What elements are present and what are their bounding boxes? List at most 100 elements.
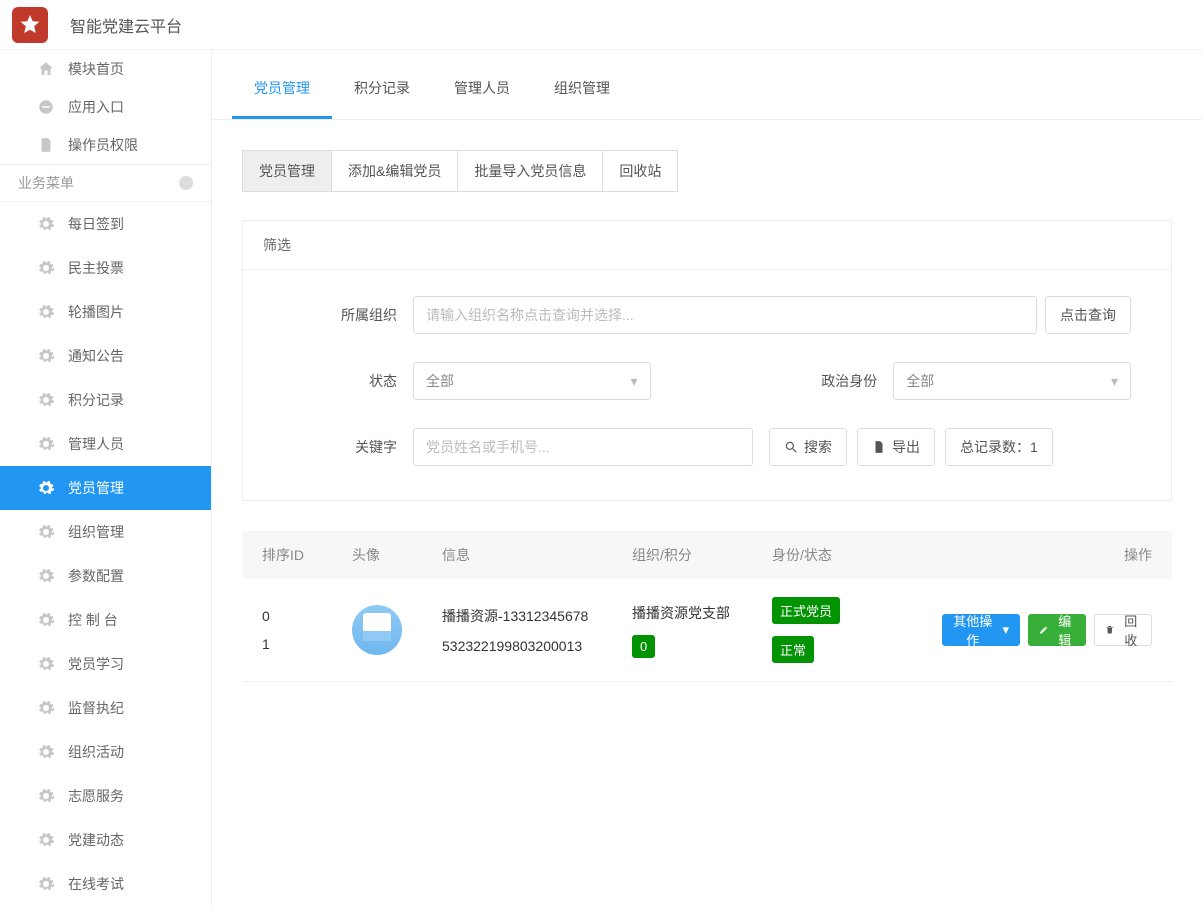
gear-icon (36, 742, 56, 762)
sidebar-item-4[interactable]: 积分记录 (0, 378, 211, 422)
chevron-down-icon: ▾ (1111, 373, 1118, 390)
keyword-input-field[interactable] (426, 429, 740, 465)
row-info-idcard: 532322199803200013 (442, 638, 620, 654)
recycle-button[interactable]: 回收 (1094, 614, 1152, 646)
sidebar-item-2[interactable]: 轮播图片 (0, 290, 211, 334)
subtab-import[interactable]: 批量导入党员信息 (457, 150, 603, 192)
sidebar-item-label: 组织活动 (68, 742, 124, 762)
sidebar-item-label: 在线考试 (68, 874, 124, 894)
row-id-1: 1 (262, 636, 340, 652)
identity-badge: 正式党员 (772, 597, 840, 624)
sidebar-item-label: 每日签到 (68, 214, 124, 234)
gear-icon (36, 874, 56, 894)
gear-icon (36, 214, 56, 234)
filter-panel: 筛选 所属组织 点击查询 状态 全部 (242, 220, 1172, 501)
th-org: 组织/积分 (626, 545, 766, 565)
sidebar-section: 业务菜单 (0, 164, 211, 202)
sidebar-item-label: 管理人员 (68, 434, 124, 454)
sidebar-item-label: 轮播图片 (68, 302, 124, 322)
sidebar-top-perm[interactable]: 操作员权限 (0, 126, 211, 164)
sidebar-item-label: 党员学习 (68, 654, 124, 674)
chat-icon (36, 97, 56, 117)
sidebar-top-entry[interactable]: 应用入口 (0, 88, 211, 126)
identity-select[interactable]: 全部 ▾ (893, 362, 1131, 400)
chevron-down-icon: ▾ (631, 373, 638, 390)
sidebar-item-6[interactable]: 党员管理 (0, 466, 211, 510)
keyword-input[interactable] (413, 428, 753, 466)
row-info-name: 播播资源-13312345678 (442, 606, 620, 626)
recycle-label: 回收 (1120, 611, 1141, 649)
keyword-label: 关键字 (283, 437, 413, 457)
sidebar-item-label: 监督执纪 (68, 698, 124, 718)
th-avatar: 头像 (346, 545, 436, 565)
gear-icon (36, 258, 56, 278)
sidebar-item-12[interactable]: 组织活动 (0, 730, 211, 774)
th-info: 信息 (436, 545, 626, 565)
table-row: 0 1 播播资源-13312345678 532322199803200013 … (242, 579, 1172, 682)
subtab-member-manage[interactable]: 党员管理 (242, 150, 332, 192)
gear-icon (36, 830, 56, 850)
gear-icon (36, 346, 56, 366)
th-status: 身份/状态 (766, 545, 936, 565)
avatar (352, 605, 402, 655)
sidebar: 模块首页 应用入口 操作员权限 业务菜单 每日签到民主投票轮播图片通知公告积分记… (0, 50, 212, 906)
sidebar-top-label: 应用入口 (68, 97, 124, 117)
status-select[interactable]: 全部 ▾ (413, 362, 651, 400)
sidebar-item-5[interactable]: 管理人员 (0, 422, 211, 466)
sidebar-item-8[interactable]: 参数配置 (0, 554, 211, 598)
sidebar-item-1[interactable]: 民主投票 (0, 246, 211, 290)
row-org: 播播资源党支部 (632, 603, 760, 623)
edit-icon (1039, 624, 1048, 636)
search-button[interactable]: 搜索 (769, 428, 847, 466)
total-count: 总记录数：1 (945, 428, 1053, 466)
sidebar-item-7[interactable]: 组织管理 (0, 510, 211, 554)
topbar: 智能党建云平台 (0, 0, 1202, 50)
edit-button[interactable]: 编辑 (1028, 614, 1086, 646)
org-input-field[interactable] (426, 297, 1024, 333)
th-op: 操作 (936, 545, 1158, 565)
sidebar-top-label: 模块首页 (68, 59, 124, 79)
tabs: 党员管理 积分记录 管理人员 组织管理 (212, 60, 1202, 120)
subtab-recycle[interactable]: 回收站 (602, 150, 678, 192)
chevron-down-icon: ▾ (1003, 622, 1010, 638)
gear-icon (36, 434, 56, 454)
sidebar-item-label: 控 制 台 (68, 610, 118, 630)
org-input[interactable] (413, 296, 1037, 334)
gear-icon (36, 566, 56, 586)
other-ops-label: 其他操作 (953, 611, 993, 649)
collapse-icon[interactable] (179, 176, 193, 190)
points-badge: 0 (632, 635, 655, 658)
sidebar-item-14[interactable]: 党建动态 (0, 818, 211, 862)
sidebar-item-13[interactable]: 志愿服务 (0, 774, 211, 818)
gear-icon (36, 698, 56, 718)
sidebar-top-home[interactable]: 模块首页 (0, 50, 211, 88)
gear-icon (36, 390, 56, 410)
sidebar-item-10[interactable]: 党员学习 (0, 642, 211, 686)
star-icon (18, 13, 42, 37)
row-id-0: 0 (262, 608, 340, 624)
sidebar-item-label: 组织管理 (68, 522, 124, 542)
sidebar-section-label: 业务菜单 (18, 173, 74, 193)
sidebar-item-11[interactable]: 监督执纪 (0, 686, 211, 730)
tab-member-manage[interactable]: 党员管理 (232, 60, 332, 119)
sidebar-item-label: 民主投票 (68, 258, 124, 278)
edit-label: 编辑 (1055, 611, 1076, 649)
status-value: 全部 (426, 371, 454, 391)
tab-admin[interactable]: 管理人员 (432, 60, 532, 119)
export-button[interactable]: 导出 (857, 428, 935, 466)
tab-points-log[interactable]: 积分记录 (332, 60, 432, 119)
gear-icon (36, 302, 56, 322)
other-ops-button[interactable]: 其他操作 ▾ (942, 614, 1020, 646)
gear-icon (36, 478, 56, 498)
sidebar-item-3[interactable]: 通知公告 (0, 334, 211, 378)
status-badge: 正常 (772, 636, 814, 663)
sidebar-item-9[interactable]: 控 制 台 (0, 598, 211, 642)
subtab-add-edit[interactable]: 添加&编辑党员 (331, 150, 458, 192)
org-query-button[interactable]: 点击查询 (1045, 296, 1131, 334)
tab-org-manage[interactable]: 组织管理 (532, 60, 632, 119)
sidebar-item-0[interactable]: 每日签到 (0, 202, 211, 246)
gear-icon (36, 654, 56, 674)
app-logo (12, 7, 48, 43)
gear-icon (36, 786, 56, 806)
sidebar-item-15[interactable]: 在线考试 (0, 862, 211, 906)
